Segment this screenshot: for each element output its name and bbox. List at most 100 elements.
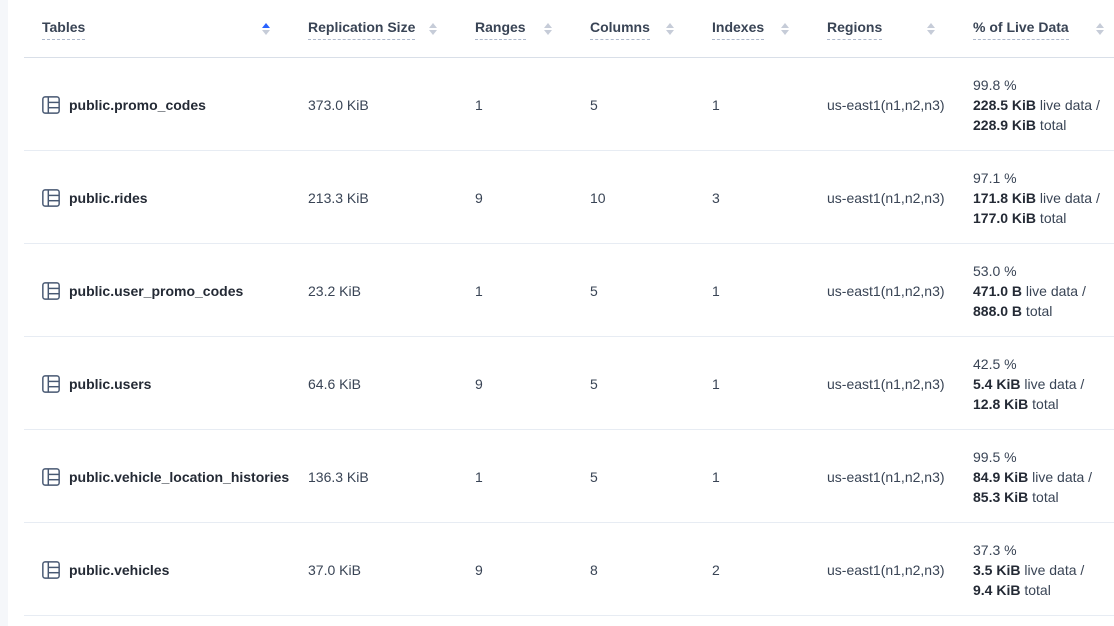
column-header-label: Replication Size xyxy=(308,19,415,40)
cell-live-data: 42.5 % 5.4 KiB live data / 12.8 KiB tota… xyxy=(973,337,1114,430)
cell-table-name: public.vehicle_location_histories xyxy=(8,430,308,523)
table-name-link[interactable]: public.rides xyxy=(69,190,148,206)
sort-up-arrow-icon xyxy=(262,23,270,28)
sort-up-arrow-icon xyxy=(544,23,552,28)
cell-indexes: 1 xyxy=(712,430,827,523)
live-data-percent: 37.3 % xyxy=(973,540,1017,560)
live-data-percent: 99.8 % xyxy=(973,75,1017,95)
cell-ranges: 9 xyxy=(475,337,590,430)
cell-ranges: 1 xyxy=(475,244,590,337)
sort-icon[interactable] xyxy=(262,23,270,35)
column-header-label: Columns xyxy=(590,19,650,40)
cell-live-data: 37.3 % 3.5 KiB live data / 9.4 KiB total xyxy=(973,523,1114,616)
sort-down-arrow-icon xyxy=(429,30,437,35)
tables-list-card: Tables Replication Size Ranges Columns I… xyxy=(8,0,1114,626)
cell-indexes: 1 xyxy=(712,244,827,337)
column-header-label: % of Live Data xyxy=(973,19,1069,40)
cell-live-data: 99.8 % 228.5 KiB live data / 228.9 KiB t… xyxy=(973,58,1114,151)
cell-live-data: 99.5 % 84.9 KiB live data / 85.3 KiB tot… xyxy=(973,430,1114,523)
cell-indexes: 1 xyxy=(712,337,827,430)
sort-icon[interactable] xyxy=(666,23,674,35)
live-data-percent: 99.5 % xyxy=(973,447,1017,467)
cell-table-name: public.users xyxy=(8,337,308,430)
cell-regions: us-east1(n1,n2,n3) xyxy=(827,244,973,337)
cell-replication-size: 373.0 KiB xyxy=(308,58,475,151)
column-header-columns[interactable]: Columns xyxy=(590,0,712,58)
cell-columns: 5 xyxy=(590,58,712,151)
column-header-label: Ranges xyxy=(475,19,526,40)
cell-indexes: 2 xyxy=(712,523,827,616)
live-data-percent: 42.5 % xyxy=(973,354,1017,374)
cell-columns: 8 xyxy=(590,523,712,616)
table-name-link[interactable]: public.vehicle_location_histories xyxy=(69,469,289,485)
table-icon xyxy=(42,96,60,114)
cell-replication-size: 23.2 KiB xyxy=(308,244,475,337)
column-header-label: Tables xyxy=(42,19,85,40)
cell-replication-size: 213.3 KiB xyxy=(308,151,475,244)
sort-icon[interactable] xyxy=(544,23,552,35)
sort-down-arrow-icon xyxy=(544,30,552,35)
table-name-link[interactable]: public.promo_codes xyxy=(69,97,206,113)
cell-columns: 5 xyxy=(590,244,712,337)
table-icon xyxy=(42,375,60,393)
table-row: public.vehicles 37.0 KiB 9 8 2 us-east1(… xyxy=(8,523,1114,616)
cell-regions: us-east1(n1,n2,n3) xyxy=(827,337,973,430)
total-data-amount: 12.8 KiB total xyxy=(973,394,1059,414)
total-data-amount: 9.4 KiB total xyxy=(973,580,1051,600)
live-data-amount: 471.0 B live data / xyxy=(973,281,1086,301)
table-icon xyxy=(42,468,60,486)
sort-icon[interactable] xyxy=(927,23,935,35)
live-data-amount: 3.5 KiB live data / xyxy=(973,560,1084,580)
sort-icon[interactable] xyxy=(781,23,789,35)
sort-up-arrow-icon xyxy=(666,23,674,28)
sort-down-arrow-icon xyxy=(666,30,674,35)
column-header-regions[interactable]: Regions xyxy=(827,0,973,58)
cell-table-name: public.rides xyxy=(8,151,308,244)
sort-up-arrow-icon xyxy=(927,23,935,28)
table-name-link[interactable]: public.vehicles xyxy=(69,562,169,578)
table-icon xyxy=(42,561,60,579)
cell-regions: us-east1(n1,n2,n3) xyxy=(827,151,973,244)
column-header-label: Indexes xyxy=(712,19,764,40)
cell-table-name: public.promo_codes xyxy=(8,58,308,151)
sort-icon[interactable] xyxy=(429,23,437,35)
live-data-amount: 228.5 KiB live data / xyxy=(973,95,1100,115)
column-header-replication-size[interactable]: Replication Size xyxy=(308,0,475,58)
live-data-amount: 171.8 KiB live data / xyxy=(973,188,1100,208)
cell-indexes: 3 xyxy=(712,151,827,244)
cell-live-data: 53.0 % 471.0 B live data / 888.0 B total xyxy=(973,244,1114,337)
table-name-link[interactable]: public.users xyxy=(69,376,151,392)
cell-table-name: public.user_promo_codes xyxy=(8,244,308,337)
cell-replication-size: 64.6 KiB xyxy=(308,337,475,430)
cell-columns: 10 xyxy=(590,151,712,244)
sort-up-arrow-icon xyxy=(781,23,789,28)
table-icon xyxy=(42,189,60,207)
table-header-row: Tables Replication Size Ranges Columns I… xyxy=(8,0,1114,58)
cell-indexes: 1 xyxy=(712,58,827,151)
column-header-live-data[interactable]: % of Live Data xyxy=(973,0,1114,58)
sort-icon[interactable] xyxy=(1096,23,1104,35)
table-row: public.user_promo_codes 23.2 KiB 1 5 1 u… xyxy=(8,244,1114,337)
total-data-amount: 177.0 KiB total xyxy=(973,208,1066,228)
column-header-ranges[interactable]: Ranges xyxy=(475,0,590,58)
live-data-amount: 5.4 KiB live data / xyxy=(973,374,1084,394)
cell-live-data: 97.1 % 171.8 KiB live data / 177.0 KiB t… xyxy=(973,151,1114,244)
cell-columns: 5 xyxy=(590,337,712,430)
column-header-tables[interactable]: Tables xyxy=(8,0,308,58)
sort-down-arrow-icon xyxy=(262,30,270,35)
table-row: public.vehicle_location_histories 136.3 … xyxy=(8,430,1114,523)
sort-down-arrow-icon xyxy=(781,30,789,35)
table-name-link[interactable]: public.user_promo_codes xyxy=(69,283,243,299)
column-header-indexes[interactable]: Indexes xyxy=(712,0,827,58)
table-icon xyxy=(42,282,60,300)
table-body: public.promo_codes 373.0 KiB 1 5 1 us-ea… xyxy=(8,58,1114,616)
cell-ranges: 9 xyxy=(475,151,590,244)
sort-down-arrow-icon xyxy=(927,30,935,35)
total-data-amount: 228.9 KiB total xyxy=(973,115,1066,135)
live-data-amount: 84.9 KiB live data / xyxy=(973,467,1092,487)
cell-ranges: 9 xyxy=(475,523,590,616)
sort-up-arrow-icon xyxy=(1096,23,1104,28)
cell-regions: us-east1(n1,n2,n3) xyxy=(827,523,973,616)
cell-regions: us-east1(n1,n2,n3) xyxy=(827,430,973,523)
cell-regions: us-east1(n1,n2,n3) xyxy=(827,58,973,151)
